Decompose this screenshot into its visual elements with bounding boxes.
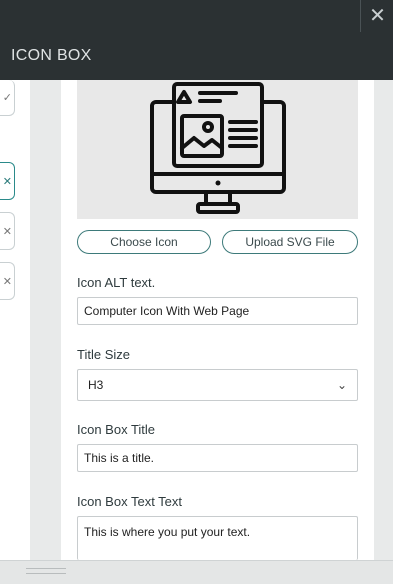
title-size-select[interactable]: H3 ⌄	[77, 369, 358, 401]
left-item-strip: ✓ ✕ ✕ ✕	[0, 80, 30, 560]
left-strip-item-2[interactable]: ✕	[0, 212, 15, 250]
top-bar-divider	[360, 0, 361, 32]
remove-icon: ✕	[2, 175, 12, 188]
settings-panel: Choose Icon Upload SVG File Icon ALT tex…	[61, 80, 374, 560]
remove-icon: ✕	[2, 275, 12, 288]
choose-icon-button[interactable]: Choose Icon	[77, 230, 211, 254]
box-text-textarea[interactable]: This is where you put your text.	[77, 516, 358, 560]
resize-grip-icon[interactable]	[26, 568, 66, 574]
computer-monitor-web-page-icon	[149, 81, 286, 214]
left-strip-item-3[interactable]: ✕	[0, 262, 15, 300]
box-text-label: Icon Box Text Text	[77, 494, 183, 509]
remove-icon: ✕	[2, 225, 12, 238]
panel-title: ICON BOX	[11, 47, 92, 64]
upload-svg-button[interactable]: Upload SVG File	[222, 230, 358, 254]
title-size-label: Title Size	[77, 347, 130, 362]
top-bar: ✕	[0, 0, 393, 32]
panel-header: ICON BOX	[0, 32, 393, 80]
icon-buttons-row: Choose Icon Upload SVG File	[77, 230, 358, 254]
chevron-down-icon: ⌄	[336, 378, 347, 392]
box-title-label: Icon Box Title	[77, 422, 156, 437]
icon-preview	[77, 80, 358, 219]
left-strip-item-check[interactable]: ✓	[0, 80, 15, 116]
left-strip-item-1[interactable]: ✕	[0, 162, 15, 200]
box-title-input[interactable]: This is a title.	[77, 444, 358, 472]
bottom-resize-bar	[0, 560, 393, 584]
close-icon[interactable]: ✕	[362, 0, 393, 32]
check-icon: ✓	[2, 92, 12, 104]
alt-text-label: Icon ALT text.	[77, 275, 156, 290]
title-size-value: H3	[88, 378, 104, 392]
alt-text-input[interactable]: Computer Icon With Web Page	[77, 297, 358, 325]
